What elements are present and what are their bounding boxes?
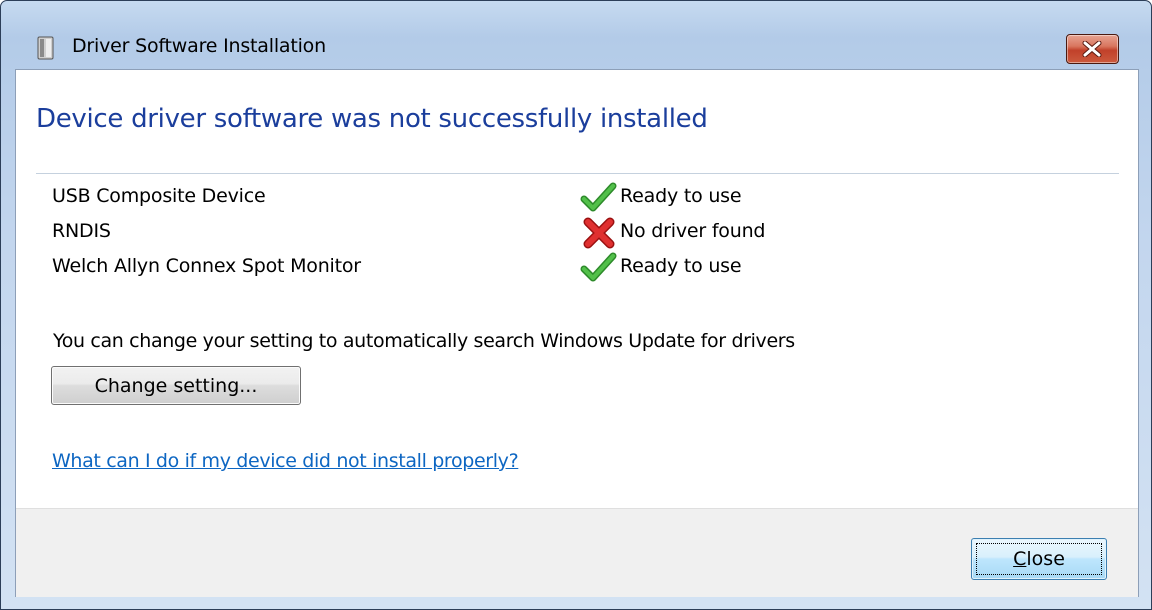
device-row: Welch Allyn Connex Spot Monitor Ready to… [38,252,1118,287]
checkmark-icon [578,182,618,214]
device-name: USB Composite Device [52,185,266,207]
close-button-label-rest: lose [1026,548,1065,570]
close-button-mnemonic: C [1013,548,1027,570]
device-row: RNDIS No driver found [38,217,1118,252]
close-button-label: Close [1013,548,1065,570]
device-row: USB Composite Device Ready to use [38,182,1118,217]
usb-drive-icon [35,35,57,61]
window-title: Driver Software Installation [72,35,326,57]
device-name: Welch Allyn Connex Spot Monitor [52,255,361,277]
device-status: Ready to use [620,255,742,277]
close-icon [1082,41,1102,57]
error-x-icon [578,217,618,249]
device-status: Ready to use [620,185,742,207]
windows-update-info: You can change your setting to automatic… [53,330,795,352]
dialog-content: Device driver software was not successfu… [15,69,1139,597]
dialog-footer: Close [16,508,1138,597]
device-status: No driver found [620,220,766,242]
device-name: RNDIS [52,220,111,242]
window-close-button[interactable] [1066,34,1119,64]
title-bar[interactable]: Driver Software Installation [1,1,1151,64]
close-button[interactable]: Close [971,538,1107,580]
help-link[interactable]: What can I do if my device did not insta… [52,450,519,472]
main-heading: Device driver software was not successfu… [36,104,708,134]
checkmark-icon [578,252,618,284]
change-setting-button[interactable]: Change setting... [51,366,301,405]
heading-separator [36,173,1119,174]
dialog-window: Driver Software Installation Device driv… [0,0,1152,610]
device-list: USB Composite Device Ready to use RNDIS [38,182,1118,287]
